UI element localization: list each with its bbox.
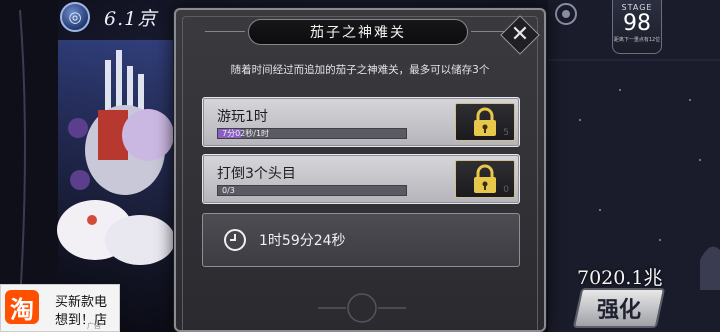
clock-icon <box>224 229 246 251</box>
ad-banner[interactable]: 淘 买新款电 想到！店 广告 <box>0 284 120 332</box>
modal-title-bar: 茄子之神难关 <box>205 19 511 45</box>
close-icon: ✕ <box>510 22 530 47</box>
currency-amount: 6.1京 <box>104 8 158 30</box>
close-button[interactable]: ✕ <box>500 15 540 55</box>
stage-note: 距离下一重点有12位 <box>613 37 661 43</box>
task-label: 打倒3个头目 <box>217 166 296 182</box>
upgrade-button[interactable]: 强化 <box>572 288 666 328</box>
task-progress-bar: 7分02秒/1时 <box>217 128 407 139</box>
gold-amount: 7020.1兆 <box>577 267 663 289</box>
task-label: 游玩1时 <box>217 109 268 125</box>
currency-display: ◎ 6.1京 <box>0 0 175 34</box>
lock-icon <box>474 107 496 136</box>
task-progress-text: 0/3 <box>222 186 235 195</box>
task-lock[interactable]: 0 <box>455 160 515 198</box>
task-card[interactable]: 游玩1时 7分02秒/1时 5 <box>202 97 520 147</box>
modal-description: 随着时间经过而追加的茄子之神难关，最多可以储存3个 <box>230 64 490 76</box>
challenge-modal: 茄子之神难关 ✕ 随着时间经过而追加的茄子之神难关，最多可以储存3个 游玩1时 … <box>174 8 546 332</box>
task-progress-text: 7分02秒/1时 <box>222 129 270 138</box>
taobao-logo-icon: 淘 <box>5 290 39 324</box>
task-reward-count: 0 <box>503 185 509 195</box>
stage-number: 98 <box>623 11 651 36</box>
ad-text-line1: 买新款电 <box>55 295 108 310</box>
timer-card: 1时59分24秒 <box>202 213 520 267</box>
task-reward-count: 5 <box>503 128 509 138</box>
timer-text: 1时59分24秒 <box>259 233 346 249</box>
stage-badge[interactable]: STAGE 98 距离下一重点有12位 <box>612 0 662 54</box>
modal-title: 茄子之神难关 <box>310 25 406 41</box>
swirl-gem-icon: ◎ <box>60 2 90 32</box>
ornament-icon <box>318 293 406 323</box>
upgrade-button-label: 强化 <box>596 298 641 323</box>
task-card[interactable]: 打倒3个头目 0/3 0 <box>202 154 520 204</box>
ad-mark: 广告 <box>87 322 101 330</box>
lock-icon <box>474 164 496 193</box>
task-lock[interactable]: 5 <box>455 103 515 141</box>
task-progress-bar: 0/3 <box>217 185 407 196</box>
